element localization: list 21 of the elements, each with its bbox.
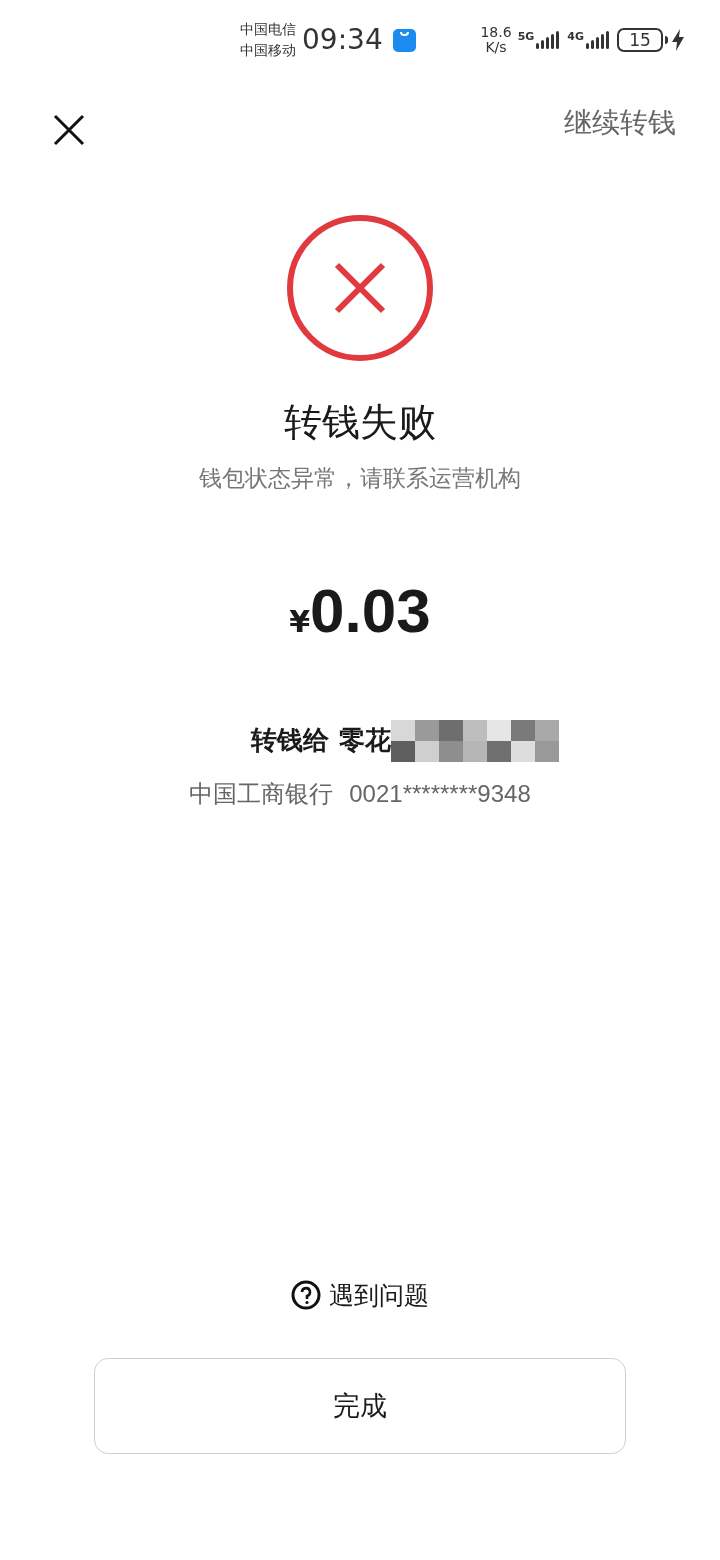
network-label: 4G [567,31,584,42]
clock-time: 09:34 [302,22,383,58]
shopping-bag-icon [392,28,416,52]
recipient-name: 转钱给 零花 [251,724,391,757]
speed-unit: K/s [485,40,507,55]
currency-symbol: ¥ [289,603,311,641]
carrier-name: 中国电信 [240,20,296,39]
carrier-name: 中国移动 [240,41,296,60]
help-link[interactable]: 遇到问题 [329,1276,429,1314]
battery-level: 15 [617,28,663,52]
amount: 0.03 [310,579,431,642]
result-title: 转钱失败 [284,399,436,446]
result-message: 钱包状态异常，请联系运营机构 [199,464,521,493]
bank-name: 中国工商银行 [189,778,334,810]
done-button[interactable]: 完成 [94,1358,626,1454]
account-number: 0021********9348 [349,778,531,809]
network-speed: 18.6 [480,25,512,40]
close-icon[interactable] [52,113,86,147]
help-icon [291,1280,321,1311]
continue-transfer-link[interactable]: 继续转钱 [564,102,676,144]
network-label: 5G [517,31,535,42]
